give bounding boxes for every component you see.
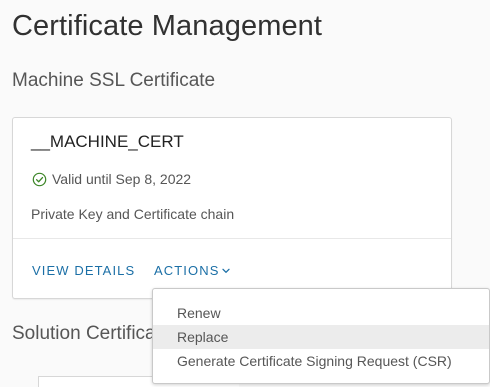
certificate-description: Private Key and Certificate chain: [31, 206, 235, 222]
machine-cert-card: __MACHINE_CERT Valid until Sep 8, 2022 P…: [12, 117, 452, 299]
chevron-down-icon: [222, 268, 231, 273]
certificate-status: Valid until Sep 8, 2022: [32, 171, 191, 187]
menu-item-generate-csr[interactable]: Generate Certificate Signing Request (CS…: [153, 349, 489, 373]
actions-dropdown-toggle[interactable]: ACTIONS: [154, 263, 231, 278]
actions-dropdown-menu: Renew Replace Generate Certificate Signi…: [152, 288, 490, 384]
check-circle-icon: [32, 172, 47, 186]
certificate-management-page: Certificate Management Machine SSL Certi…: [0, 0, 490, 387]
menu-item-replace[interactable]: Replace: [153, 325, 489, 349]
certificate-name: __MACHINE_CERT: [31, 132, 184, 151]
view-details-link[interactable]: VIEW DETAILS: [32, 263, 135, 278]
page-title: Certificate Management: [12, 10, 323, 42]
section-title-machine-ssl: Machine SSL Certificate: [12, 70, 216, 91]
status-text: Valid until Sep 8, 2022: [52, 171, 192, 187]
menu-item-renew[interactable]: Renew: [153, 301, 489, 325]
section-title-solution: Solution Certifica: [12, 323, 156, 344]
actions-label: ACTIONS: [154, 263, 220, 278]
card-divider: [13, 238, 451, 239]
